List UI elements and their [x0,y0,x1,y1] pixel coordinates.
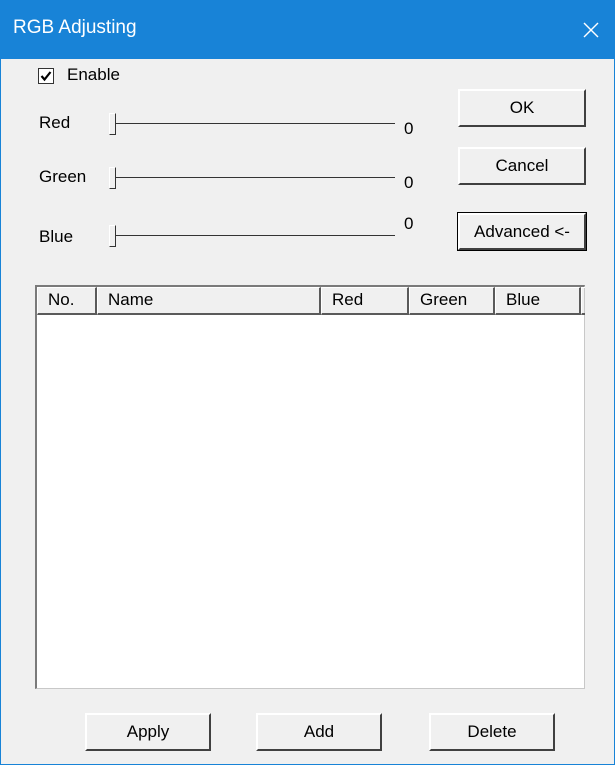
column-header-filler [581,287,585,315]
column-header-name[interactable]: Name [97,287,321,315]
close-icon [583,22,599,38]
advanced-button[interactable]: Advanced <- [457,212,587,251]
blue-slider[interactable] [105,225,395,247]
red-slider[interactable] [105,113,395,135]
slider-track [115,123,395,124]
slider-thumb[interactable] [109,113,116,135]
checkmark-icon [40,71,52,82]
slider-track [115,177,395,178]
rgb-presets-list[interactable]: No. Name Red Green Blue [35,285,585,689]
apply-button[interactable]: Apply [85,713,211,751]
green-slider[interactable] [105,167,395,189]
rgb-adjusting-dialog: RGB Adjusting Enable Red 0 Green 0 Blue … [0,0,615,765]
blue-label: Blue [39,227,74,246]
title-bar[interactable]: RGB Adjusting [1,1,614,59]
list-body[interactable] [37,315,584,688]
ok-button[interactable]: OK [458,89,586,127]
enable-label[interactable]: Enable [67,65,120,85]
slider-thumb[interactable] [109,167,116,189]
green-label: Green [39,167,87,186]
red-value: 0 [404,119,414,138]
enable-checkbox[interactable] [38,68,54,84]
blue-value: 0 [404,214,414,233]
delete-button[interactable]: Delete [429,713,555,751]
column-header-blue[interactable]: Blue [495,287,581,315]
slider-track [115,235,395,236]
column-header-red[interactable]: Red [321,287,409,315]
list-header: No. Name Red Green Blue [37,287,585,315]
close-button[interactable] [568,1,614,59]
add-button[interactable]: Add [256,713,382,751]
column-header-green[interactable]: Green [409,287,495,315]
green-value: 0 [404,173,414,192]
slider-thumb[interactable] [109,225,116,247]
red-label: Red [39,113,71,132]
cancel-button[interactable]: Cancel [458,147,586,185]
column-header-no[interactable]: No. [37,287,97,315]
window-title: RGB Adjusting [13,17,137,38]
